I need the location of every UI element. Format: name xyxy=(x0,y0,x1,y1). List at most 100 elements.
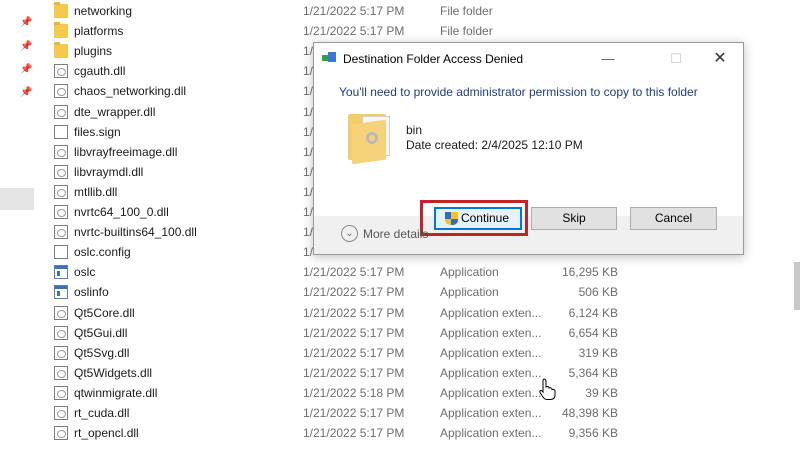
document-icon xyxy=(54,245,68,260)
file-name: Qt5Core.dll xyxy=(74,305,135,320)
file-date-modified: 1/ xyxy=(303,184,314,199)
file-row[interactable]: networking 1/21/2022 5:17 PM File folder xyxy=(44,1,794,21)
file-name: networking xyxy=(74,4,133,18)
file-date-modified: 1/ xyxy=(303,164,314,179)
hand-cursor-icon xyxy=(539,378,556,400)
file-type: File folder xyxy=(440,24,493,39)
folder-icon xyxy=(54,22,68,39)
continue-highlight-box xyxy=(420,200,528,236)
file-row[interactable]: oslc 1/21/2022 5:17 PM Application 16,295 K… xyxy=(44,262,794,282)
file-type: File folder xyxy=(440,4,493,18)
dll-file-icon xyxy=(54,406,68,420)
folder-icon xyxy=(54,2,68,18)
file-name: oslc xyxy=(74,265,96,280)
file-date-modified: 1/21/2022 5:18 PM xyxy=(303,385,405,400)
file-date-modified: 1/ xyxy=(303,205,314,219)
file-row[interactable]: qtwinmigrate.dll 1/21/2022 5:18 PM Applica… xyxy=(44,383,794,403)
file-date-modified: 1/21/2022 5:17 PM xyxy=(303,365,405,380)
file-date-modified: 1/21/2022 5:17 PM xyxy=(303,24,405,39)
file-date-modified: 1/ xyxy=(303,84,314,99)
file-name: platforms xyxy=(74,24,124,39)
file-date-modified: 1/ xyxy=(303,124,314,139)
dll-file-icon xyxy=(54,205,68,219)
file-name: Qt5Gui.dll xyxy=(74,325,128,340)
file-row[interactable]: Qt5Gui.dll 1/21/2022 5:17 PM Application e… xyxy=(44,323,794,343)
file-size: 319 KB xyxy=(578,345,618,360)
dll-file-icon xyxy=(54,164,68,179)
dll-file-icon xyxy=(54,325,68,340)
file-size: 6,124 KB xyxy=(568,305,618,320)
file-type: Application xyxy=(440,265,499,280)
dll-file-icon xyxy=(54,345,68,360)
dll-file-icon xyxy=(54,184,68,199)
file-date-modified: 1/21/2022 5:17 PM xyxy=(303,4,405,18)
file-size: 506 KB xyxy=(578,285,618,300)
scrollbar-thumb[interactable] xyxy=(794,262,800,310)
file-name: dte_wrapper.dll xyxy=(74,104,156,119)
file-name: cgauth.dll xyxy=(74,64,126,79)
dll-file-icon xyxy=(54,84,68,99)
file-date-modified: 1/21/2022 5:17 PM xyxy=(303,426,405,441)
folder-icon xyxy=(54,42,68,59)
dll-file-icon xyxy=(54,144,68,159)
file-date-modified: 1/21/2022 5:17 PM xyxy=(303,265,405,280)
pin-icon[interactable]: 📌 xyxy=(20,41,32,53)
file-row[interactable]: oslinfo 1/21/2022 5:17 PM Application 506 K… xyxy=(44,282,794,302)
application-icon xyxy=(54,285,68,300)
vertical-scrollbar[interactable] xyxy=(790,0,800,450)
document-icon xyxy=(54,124,68,139)
file-move-icon xyxy=(322,52,336,64)
file-name: qtwinmigrate.dll xyxy=(74,385,158,400)
item-name: bin xyxy=(406,123,423,137)
file-date-modified: 1/21/2022 5:17 PM xyxy=(303,305,405,320)
chevron-down-icon[interactable]: ⌄ xyxy=(341,225,358,242)
file-name: oslinfo xyxy=(74,285,109,300)
pin-icon[interactable]: 📌 xyxy=(20,64,32,76)
permission-message: You'll need to provide administrator per… xyxy=(339,85,698,99)
file-date-modified: 1/ xyxy=(303,144,314,159)
navigation-pane: 📌 📌 📌 📌 xyxy=(0,0,44,450)
file-name: rt_opencl.dll xyxy=(74,426,139,441)
nav-selected-item[interactable] xyxy=(0,188,34,210)
file-date-modified: 1/ xyxy=(303,64,314,79)
dll-file-icon xyxy=(54,426,68,441)
pin-icon[interactable]: 📌 xyxy=(20,87,32,99)
file-date-modified: 1/ xyxy=(303,245,314,260)
close-button[interactable]: ✕ xyxy=(697,43,743,74)
file-name: chaos_networking.dll xyxy=(74,84,187,99)
file-date-modified: 1/ xyxy=(303,225,314,240)
file-type: Application xyxy=(440,285,499,300)
more-details-label[interactable]: More details xyxy=(363,227,428,241)
file-row[interactable]: rt_cuda.dll 1/21/2022 5:17 PM Application … xyxy=(44,403,794,423)
file-name: plugins xyxy=(74,44,113,59)
file-name: rt_cuda.dll xyxy=(74,406,130,420)
file-row[interactable]: Qt5Widgets.dll 1/21/2022 5:17 PM Applicati… xyxy=(44,363,794,383)
pin-icon[interactable]: 📌 xyxy=(20,17,32,29)
file-name: libvraymdl.dll xyxy=(74,164,144,179)
file-date-modified: 1/21/2022 5:17 PM xyxy=(303,345,405,360)
dialog-title: Destination Folder Access Denied xyxy=(343,52,524,66)
application-icon xyxy=(54,265,68,280)
dll-file-icon xyxy=(54,365,68,380)
file-name: Qt5Widgets.dll xyxy=(74,365,153,380)
file-size: 6,654 KB xyxy=(568,325,618,340)
maximize-button: ☐ xyxy=(670,51,682,66)
file-row[interactable]: platforms 1/21/2022 5:17 PM File folder xyxy=(44,21,794,41)
file-name: mtllib.dll xyxy=(74,184,118,199)
cancel-button[interactable]: Cancel xyxy=(630,207,717,230)
dialog-content: You'll need to provide administrator per… xyxy=(314,74,743,236)
file-date-modified: 1/ xyxy=(303,44,314,59)
skip-button[interactable]: Skip xyxy=(531,207,617,230)
file-name: files.sign xyxy=(74,124,121,139)
file-name: nvrtc64_100_0.dll xyxy=(74,205,169,219)
file-name: Qt5Svg.dll xyxy=(74,345,130,360)
dll-file-icon xyxy=(54,104,68,119)
file-row[interactable]: Qt5Svg.dll 1/21/2022 5:17 PM Application e… xyxy=(44,343,794,363)
minimize-button[interactable]: — xyxy=(585,43,631,74)
file-size: 48,398 KB xyxy=(561,406,618,420)
file-row[interactable]: rt_opencl.dll 1/21/2022 5:17 PM Applicatio… xyxy=(44,423,794,443)
folder-icon xyxy=(348,112,394,165)
file-row[interactable]: Qt5Core.dll 1/21/2022 5:17 PM Application … xyxy=(44,303,794,323)
dll-file-icon xyxy=(54,385,68,400)
item-date-created: Date created: 2/4/2025 12:10 PM xyxy=(406,138,583,152)
